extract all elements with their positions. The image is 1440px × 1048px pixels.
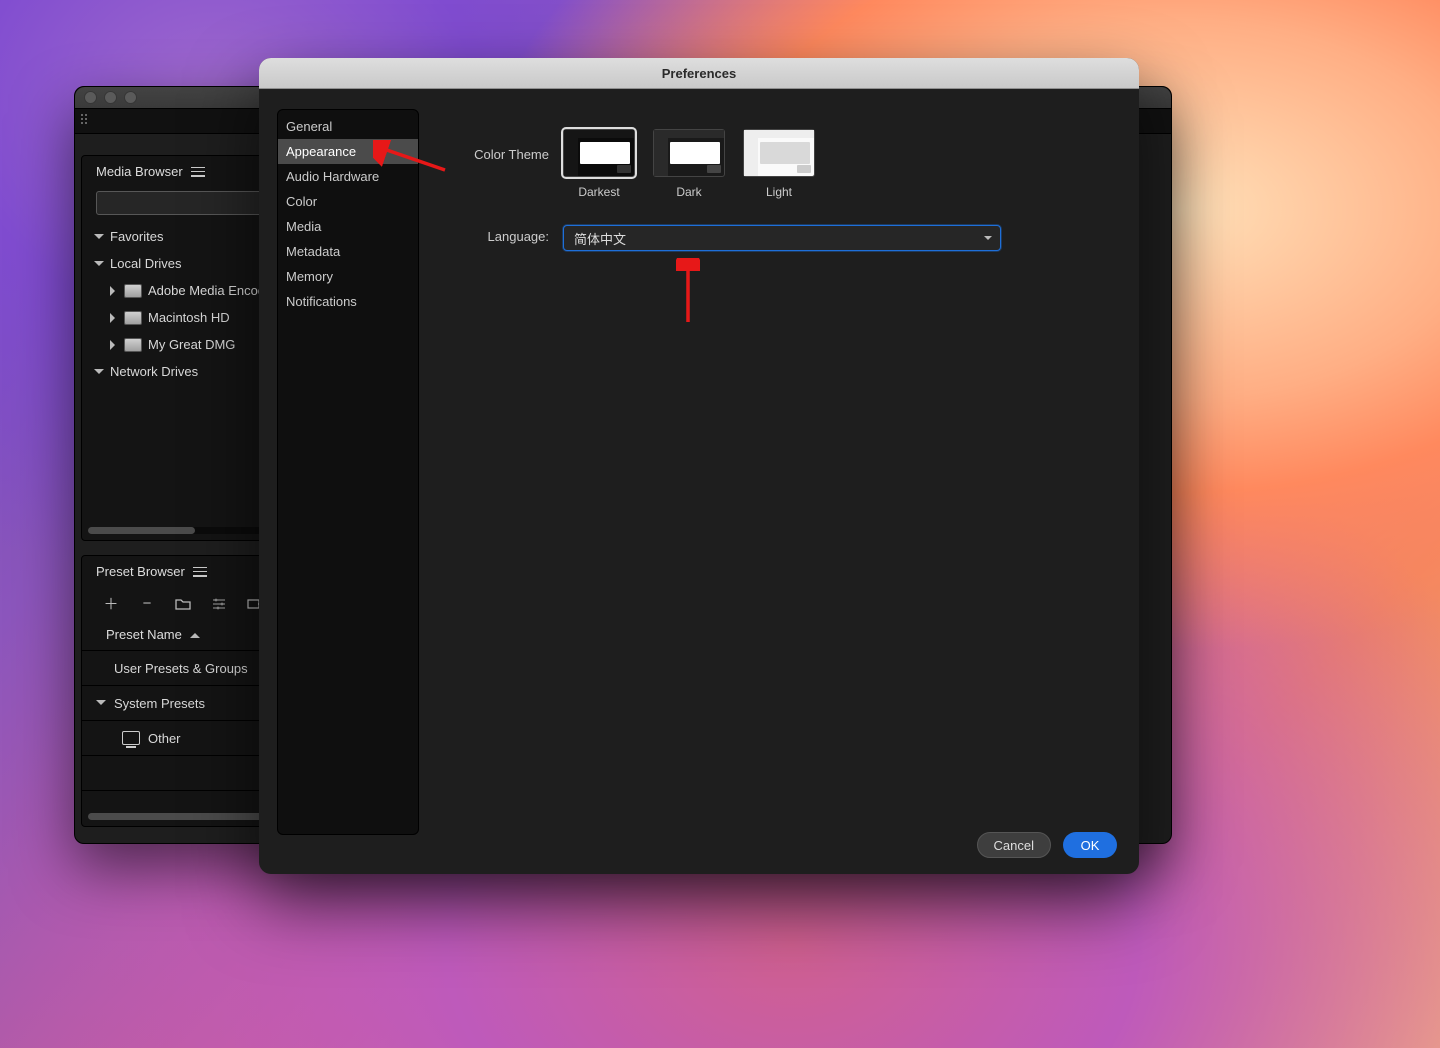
chevron-down-icon (96, 698, 106, 708)
nav-media[interactable]: Media (278, 214, 418, 239)
cancel-button[interactable]: Cancel (977, 832, 1051, 858)
close-window-icon[interactable] (84, 91, 97, 104)
preset-label: User Presets & Groups (114, 661, 248, 676)
theme-thumb-icon (563, 129, 635, 177)
tree-label: Macintosh HD (148, 310, 230, 325)
chevron-down-icon (984, 236, 992, 244)
tree-label: Favorites (110, 229, 163, 244)
nav-memory[interactable]: Memory (278, 264, 418, 289)
tree-label: Network Drives (110, 364, 198, 379)
nav-metadata[interactable]: Metadata (278, 239, 418, 264)
minimize-window-icon[interactable] (104, 91, 117, 104)
chevron-down-icon (94, 232, 104, 242)
theme-label: Dark (676, 185, 701, 199)
chevron-down-icon (94, 259, 104, 269)
preset-browser-label: Preset Browser (96, 564, 185, 579)
nav-color[interactable]: Color (278, 189, 418, 214)
tree-label: My Great DMG (148, 337, 235, 352)
theme-darkest[interactable]: Darkest (563, 129, 635, 199)
preferences-title-label: Preferences (662, 66, 736, 81)
theme-label: Darkest (578, 185, 619, 199)
drive-icon (124, 338, 142, 352)
theme-thumb-icon (653, 129, 725, 177)
remove-preset-icon[interactable]: − (138, 595, 156, 611)
tree-label: Adobe Media Encode (148, 283, 272, 298)
preferences-dialog: Preferences General Appearance Audio Har… (259, 58, 1139, 874)
theme-light[interactable]: Light (743, 129, 815, 199)
preset-label: Other (148, 731, 181, 746)
drive-icon (124, 284, 142, 298)
tree-label: Local Drives (110, 256, 182, 271)
chevron-down-icon (94, 367, 104, 377)
panel-menu-icon[interactable] (193, 567, 207, 577)
nav-general[interactable]: General (278, 114, 418, 139)
scrollbar-thumb[interactable] (88, 527, 195, 534)
language-value: 简体中文 (574, 229, 626, 248)
theme-dark[interactable]: Dark (653, 129, 725, 199)
preferences-content: Color Theme Darkest Dark (419, 89, 1139, 874)
color-theme-row: Color Theme Darkest Dark (459, 129, 1109, 199)
nav-appearance[interactable]: Appearance (278, 139, 418, 164)
language-row: Language: 简体中文 (459, 225, 1109, 251)
preferences-nav: General Appearance Audio Hardware Color … (277, 109, 419, 835)
zoom-window-icon[interactable] (124, 91, 137, 104)
drive-icon (124, 311, 142, 325)
language-label: Language: (459, 225, 549, 244)
new-folder-icon[interactable] (174, 595, 192, 611)
nav-notifications[interactable]: Notifications (278, 289, 418, 314)
theme-label: Light (766, 185, 792, 199)
media-browser-label: Media Browser (96, 164, 183, 179)
language-select[interactable]: 简体中文 (563, 225, 1001, 251)
color-theme-label: Color Theme (459, 129, 549, 162)
preferences-title: Preferences (259, 58, 1139, 89)
panel-menu-icon[interactable] (191, 167, 205, 177)
theme-thumb-icon (743, 129, 815, 177)
preferences-footer: Cancel OK (977, 832, 1117, 858)
chevron-right-icon (108, 340, 118, 350)
column-label: Preset Name (106, 627, 182, 642)
sort-ascending-icon (190, 628, 200, 638)
preset-settings-icon[interactable] (210, 595, 228, 611)
grip-icon (81, 114, 89, 128)
nav-audio-hardware[interactable]: Audio Hardware (278, 164, 418, 189)
chevron-right-icon (108, 286, 118, 296)
preset-label: System Presets (114, 696, 205, 711)
chevron-right-icon (108, 313, 118, 323)
add-preset-icon[interactable]: ＋ (102, 595, 120, 611)
monitor-icon (122, 731, 140, 745)
ok-button[interactable]: OK (1063, 832, 1117, 858)
theme-options: Darkest Dark Light (563, 129, 815, 199)
